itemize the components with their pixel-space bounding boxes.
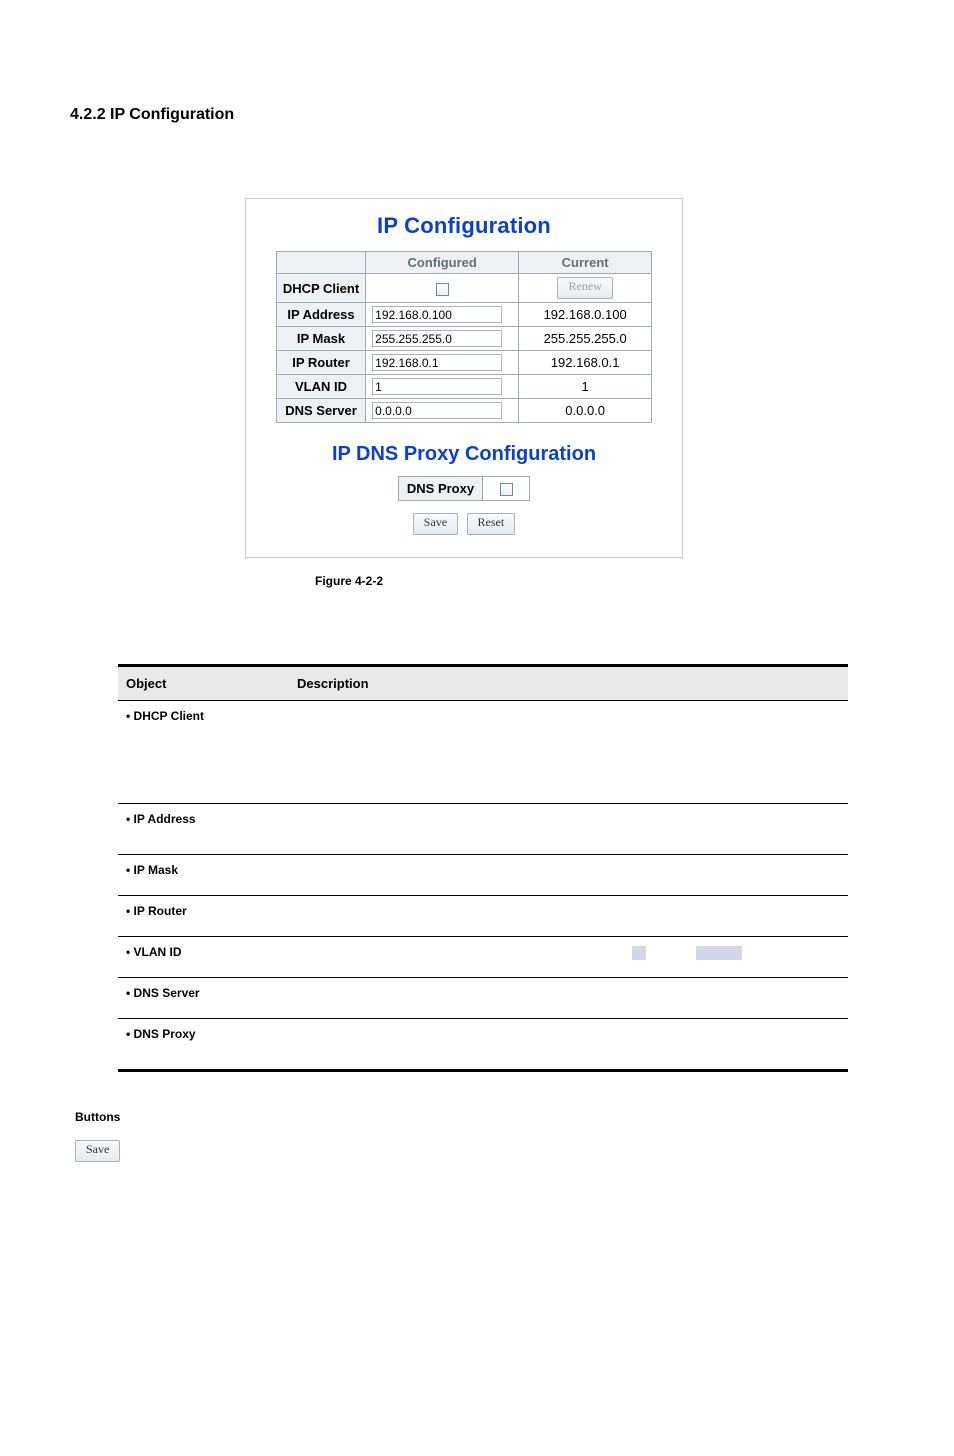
ip-address-current: 192.168.0.100 [519, 303, 652, 327]
desc-object: DNS Server [126, 986, 200, 1000]
vlan-id-input[interactable] [372, 378, 502, 395]
dns-proxy-table: DNS Proxy [398, 476, 530, 501]
row-label-dns: DNS Server [276, 399, 365, 423]
table-row: VLAN ID [118, 937, 848, 978]
figure-caption: Figure 4-2-2 [315, 574, 884, 588]
panel-title: IP Configuration [246, 213, 682, 239]
save-button[interactable]: Save [413, 513, 458, 535]
highlight-bar [696, 946, 742, 960]
ip-address-input[interactable] [372, 306, 502, 323]
dns-server-current: 0.0.0.0 [519, 399, 652, 423]
table-row: IP Mask [118, 855, 848, 896]
table-row: DHCP Client [118, 701, 848, 804]
highlight-bar [632, 946, 646, 960]
section-heading: 4.2.2 IP Configuration [70, 106, 884, 124]
vlan-id-current: 1 [519, 375, 652, 399]
desc-object: IP Mask [126, 863, 178, 877]
col-current: Current [519, 252, 652, 274]
ip-configuration-panel: IP Configuration Configured Current DHCP… [245, 198, 683, 558]
col-configured: Configured [366, 252, 519, 274]
row-label-mask: IP Mask [276, 327, 365, 351]
desc-object: IP Router [126, 904, 187, 918]
row-label-vlan: VLAN ID [276, 375, 365, 399]
desc-object: DNS Proxy [126, 1027, 196, 1041]
row-label-dhcp: DHCP Client [276, 274, 365, 303]
ip-mask-current: 255.255.255.0 [519, 327, 652, 351]
desc-object: DHCP Client [126, 709, 204, 723]
table-row: IP Router [118, 896, 848, 937]
desc-header-object: Object [118, 666, 289, 701]
desc-header-description: Description [289, 666, 848, 701]
dhcp-client-checkbox[interactable] [436, 283, 449, 296]
dns-server-input[interactable] [372, 402, 502, 419]
description-table: Object Description DHCP Client IP Addres… [118, 664, 848, 1072]
table-row: IP Address [118, 804, 848, 855]
ip-mask-input[interactable] [372, 330, 502, 347]
row-label-router: IP Router [276, 351, 365, 375]
ip-router-current: 192.168.0.1 [519, 351, 652, 375]
ip-router-input[interactable] [372, 354, 502, 371]
save-button-bottom[interactable]: Save [75, 1140, 120, 1162]
reset-button[interactable]: Reset [467, 513, 516, 535]
dns-proxy-label: DNS Proxy [398, 477, 482, 501]
desc-object: VLAN ID [126, 945, 182, 959]
buttons-heading: Buttons [75, 1110, 884, 1124]
panel-title-dns-proxy: IP DNS Proxy Configuration [246, 443, 682, 466]
table-row: DNS Proxy [118, 1019, 848, 1071]
ip-config-table: Configured Current DHCP Client Renew IP … [276, 251, 652, 423]
table-row: DNS Server [118, 978, 848, 1019]
desc-object: IP Address [126, 812, 196, 826]
dns-proxy-checkbox[interactable] [500, 483, 513, 496]
renew-button[interactable]: Renew [557, 277, 612, 299]
row-label-ip: IP Address [276, 303, 365, 327]
